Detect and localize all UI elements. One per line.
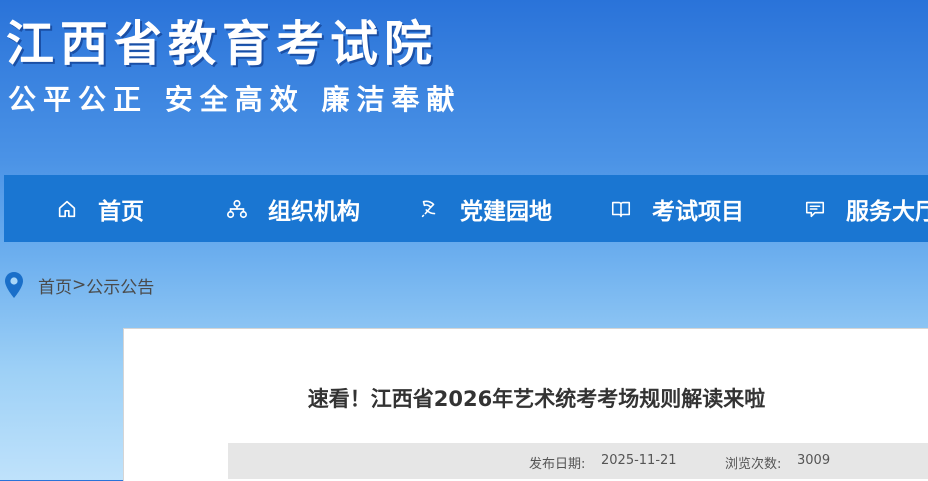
publish-date: 2025-11-21 [601, 453, 677, 468]
nav-item-label: 党建园地 [460, 198, 552, 225]
site-header: 江西省教育考试院 公平公正 安全高效 廉洁奉献 [0, 0, 928, 175]
main-nav: 首页 组织机构 党建园地 考试项目 服务大厅 [4, 175, 928, 242]
org-chart-icon [227, 199, 247, 218]
site-title[interactable]: 江西省教育考试院 [6, 4, 438, 74]
nav-item-service-hall[interactable]: 服务大厅 [804, 175, 928, 242]
article-card: 速看！江西省2026年艺术统考考场规则解读来啦 发布日期: 2025-11-21… [123, 328, 928, 481]
breadcrumb-current-link[interactable]: 公示公告 [86, 273, 154, 298]
breadcrumb: 首页 > 公示公告 [4, 270, 154, 300]
nav-item-label: 首页 [98, 198, 144, 225]
nav-item-home[interactable]: 首页 [56, 175, 144, 242]
nav-item-label: 考试项目 [652, 198, 744, 225]
article-meta-bar: 发布日期: 2025-11-21 浏览次数: 3009 [228, 443, 928, 479]
home-icon [58, 200, 76, 217]
site-slogan: 公平公正 安全高效 廉洁奉献 [8, 83, 462, 116]
nav-item-label: 组织机构 [268, 198, 360, 225]
views-label: 浏览次数: [725, 457, 782, 472]
breadcrumb-home-link[interactable]: 首页 [38, 273, 72, 298]
party-emblem-icon [421, 200, 436, 217]
nav-item-label: 服务大厅 [846, 198, 928, 225]
nav-item-exam-programs[interactable]: 考试项目 [610, 175, 744, 242]
nav-item-organization[interactable]: 组织机构 [226, 175, 360, 242]
nav-item-party-building[interactable]: 党建园地 [418, 175, 552, 242]
chat-icon [805, 201, 825, 217]
breadcrumb-separator: > [72, 275, 87, 295]
book-icon [611, 201, 631, 217]
article-title: 速看！江西省2026年艺术统考考场规则解读来啦 [307, 387, 766, 411]
publish-date-label: 发布日期: [529, 457, 586, 472]
location-pin-icon [5, 272, 23, 298]
views-count: 3009 [797, 453, 831, 468]
